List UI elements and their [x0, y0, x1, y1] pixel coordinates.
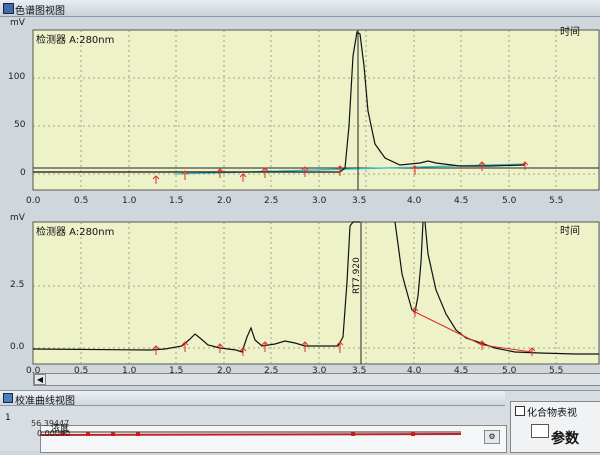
compound-table-panel: 化合物表视 参数	[510, 401, 600, 453]
upper-x-tick: 1.5	[169, 196, 184, 206]
upper-x-tick: 0.0	[26, 196, 41, 206]
lower-plot-area	[32, 221, 600, 365]
upper-x-tick: 0.5	[74, 196, 89, 206]
concentration-top-value: 56.39447	[31, 419, 70, 428]
lower-detector-label: 检测器 A:280nm	[36, 227, 115, 238]
upper-x-tick: 5.0	[502, 196, 517, 206]
upper-y-tick: 0	[20, 168, 26, 178]
lower-y-unit: mV	[10, 213, 25, 223]
calibration-view-icon	[3, 393, 13, 403]
upper-y-tick: 100	[8, 72, 26, 82]
upper-x-tick: 2.5	[264, 196, 279, 206]
lower-chromatogram[interactable]	[0, 212, 600, 388]
calibration-title: 校准曲线视图	[15, 396, 75, 407]
lower-y-tick: 0.0	[10, 342, 25, 352]
calibration-curve-panel: 校准曲线视图 1 浓度 56.39447 0.00000 ⚙	[0, 391, 507, 453]
calibration-curve-area[interactable]: 浓度 56.39447 0.00000 ⚙	[31, 419, 507, 453]
calibration-row-index: 1	[5, 413, 11, 423]
window-title: 色谱图视图	[15, 6, 65, 17]
upper-x-tick: 4.5	[454, 196, 469, 206]
upper-x-tick: 3.5	[352, 196, 367, 206]
compound-table-title: 化合物表视	[527, 408, 577, 419]
upper-y-tick: 50	[14, 120, 26, 130]
horizontal-scrollbar[interactable]: ◀	[33, 373, 600, 386]
upper-y-unit: mV	[10, 18, 25, 28]
compound-table-grid-icon	[531, 424, 549, 438]
upper-x-tick: 2.0	[217, 196, 232, 206]
scroll-left-arrow-icon[interactable]: ◀	[34, 374, 46, 385]
lower-time-label: 时间	[560, 226, 580, 237]
compound-parameter-tab[interactable]: 参数	[551, 428, 579, 448]
upper-x-tick: 4.0	[407, 196, 422, 206]
concentration-value: 0.00000	[37, 429, 71, 438]
calibration-settings-icon[interactable]: ⚙	[484, 430, 500, 444]
lower-y-tick: 2.5	[10, 280, 25, 290]
upper-chromatogram-panel: mV 检测器 A:280nm 时间 100 50 0 0.0 0.5 1.0 1…	[0, 16, 600, 216]
calibration-curve-svg	[40, 431, 462, 436]
upper-plot-area	[32, 29, 600, 191]
upper-x-tick: 5.5	[549, 196, 564, 206]
bottom-area: 校准曲线视图 1 浓度 56.39447 0.00000 ⚙ 化合物表视 参数	[0, 390, 600, 453]
lower-chromatogram-panel: mV 检测器 A:280nm 时间 RT7.920 2.5 0.0 0.0 0.…	[0, 212, 600, 388]
retention-time-label: RT7.920	[352, 257, 362, 294]
upper-chromatogram[interactable]	[0, 16, 600, 216]
upper-x-tick: 3.0	[312, 196, 327, 206]
upper-time-label: 时间	[560, 27, 580, 38]
upper-x-tick: 1.0	[122, 196, 137, 206]
chromatogram-view-icon	[3, 3, 14, 14]
compound-table-icon	[515, 406, 525, 416]
window-title-bar: 色谱图视图	[0, 0, 600, 17]
calibration-title-bar: 校准曲线视图	[0, 391, 505, 407]
upper-detector-label: 检测器 A:280nm	[36, 35, 115, 46]
retention-time-label-box: RT7.920	[352, 254, 364, 294]
